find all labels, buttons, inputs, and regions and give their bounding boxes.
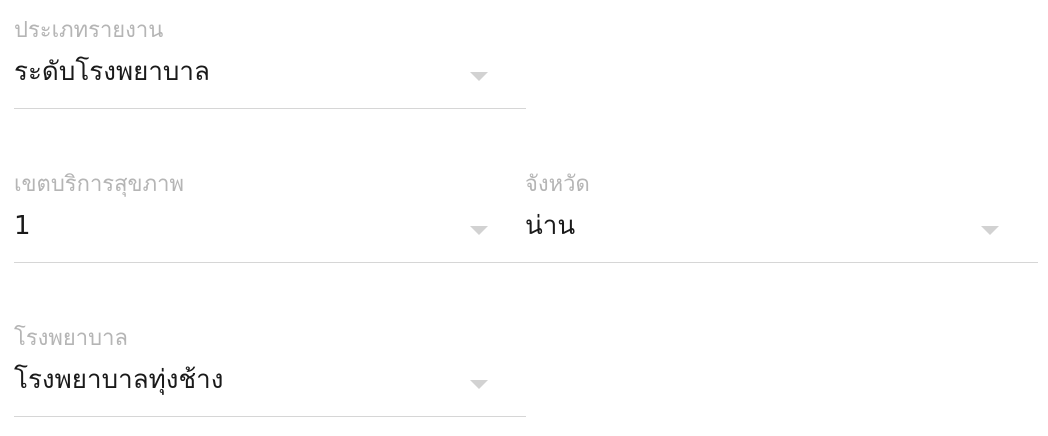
- report-type-label: ประเภทรายงาน: [14, 18, 164, 43]
- hospital-value[interactable]: โรงพยาบาลทุ่งช้าง: [14, 364, 223, 396]
- dropdown-caret-icon[interactable]: [470, 226, 488, 235]
- dropdown-caret-icon[interactable]: [470, 380, 488, 389]
- health-region-select[interactable]: เขตบริการสุขภาพ 1: [14, 172, 511, 263]
- province-value[interactable]: น่าน: [525, 210, 575, 242]
- province-select[interactable]: จังหวัด น่าน: [525, 172, 1038, 263]
- health-region-value[interactable]: 1: [14, 210, 31, 242]
- field-underline: [14, 262, 1038, 263]
- dropdown-caret-icon[interactable]: [470, 72, 488, 81]
- hospital-label: โรงพยาบาล: [14, 326, 128, 351]
- province-label: จังหวัด: [525, 172, 590, 197]
- report-type-select[interactable]: ประเภทรายงาน ระดับโรงพยาบาล: [14, 18, 526, 109]
- report-type-value[interactable]: ระดับโรงพยาบาล: [14, 56, 210, 88]
- health-region-label: เขตบริการสุขภาพ: [14, 172, 184, 197]
- dropdown-caret-icon[interactable]: [981, 226, 999, 235]
- hospital-select[interactable]: โรงพยาบาล โรงพยาบาลทุ่งช้าง: [14, 326, 526, 417]
